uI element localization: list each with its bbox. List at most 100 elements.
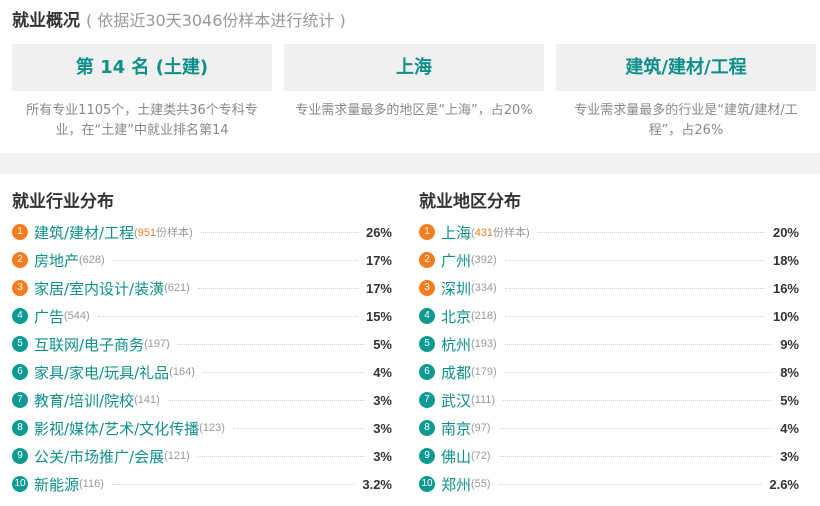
dotted-leader [504,371,773,373]
top-region-card: 上海 [284,44,544,91]
overview-title: 就业概况 [12,11,80,31]
industry-row: 7 教育/培训/院校 (141) 3% [12,386,392,414]
rank-badge: 7 [419,392,435,408]
region-row: 2 广州 (392) 18% [419,246,799,274]
percent-value: 20% [772,224,799,240]
dotted-leader [111,483,355,485]
rank-badge: 3 [419,280,435,296]
region-name-link[interactable]: 郑州 [441,474,471,495]
dotted-leader [97,315,358,317]
sample-count: (621) [164,282,190,294]
region-name-link[interactable]: 广州 [441,250,471,271]
industry-name-link[interactable]: 家具/家电/玩具/礼品 [34,362,169,383]
rank-badge: 6 [419,364,435,380]
dotted-leader [200,231,358,233]
region-name-link[interactable]: 佛山 [441,446,471,467]
percent-value: 3% [373,448,392,464]
region-name-link[interactable]: 上海 [441,222,471,243]
rank-badge: 4 [419,308,435,324]
top-industry-card: 建筑/建材/工程 [556,44,816,91]
dotted-leader [498,455,773,457]
industry-title: 就业行业分布 [12,192,114,212]
region-row: 3 深圳 (334) 16% [419,274,799,302]
percent-value: 5% [780,392,799,408]
sample-count: (334) [471,282,497,294]
sample-count: (111) [471,394,496,406]
region-section: 就业地区分布 1 上海 (431份样本) 20% 2 广州 (392) 18% 3 深圳 (334)… [419,174,799,506]
sample-count: (628) [79,254,105,266]
industry-name-link[interactable]: 教育/培训/院校 [34,390,134,411]
sample-count: (97) [471,422,491,434]
rank-card: 第 14 名 (土建) [12,44,272,91]
sample-count: (951份样本) [134,227,193,239]
industry-name-link[interactable]: 影视/媒体/艺术/文化传播 [34,418,199,439]
dotted-leader [504,315,765,317]
rank-badge: 2 [419,252,435,268]
overview-heading: 就业概况 ( 依据近30天3046份样本进行统计 ) [12,10,346,32]
sample-count: (72) [471,450,491,462]
industry-row: 9 公关/市场推广/会展 (121) 3% [12,442,392,470]
industry-name-link[interactable]: 建筑/建材/工程 [34,222,134,243]
sample-count: (121) [164,450,190,462]
percent-value: 4% [780,420,799,436]
percent-value: 9% [780,336,799,352]
overview-subtitle: ( 依据近30天3046份样本进行统计 ) [86,11,346,30]
sample-count: (179) [471,366,497,378]
region-row: 1 上海 (431份样本) 20% [419,218,799,246]
industry-section: 就业行业分布 1 建筑/建材/工程 (951份样本) 26% 2 房地产 (628) 17% 3… [12,174,392,506]
percent-value: 15% [365,308,392,324]
industry-name-link[interactable]: 广告 [34,306,64,327]
rank-badge: 8 [12,420,28,436]
rank-badge: 5 [419,336,435,352]
percent-value: 26% [365,224,392,240]
percent-value: 17% [365,280,392,296]
rank-badge: 3 [12,280,28,296]
industry-row: 1 建筑/建材/工程 (951份样本) 26% [12,218,392,246]
rank-badge: 6 [12,364,28,380]
industry-row: 5 互联网/电子商务 (197) 5% [12,330,392,358]
dotted-leader [202,371,366,373]
percent-value: 16% [772,280,799,296]
industry-row: 10 新能源 (116) 3.2% [12,470,392,498]
industry-name-link[interactable]: 家居/室内设计/装潢 [34,278,164,299]
region-name-link[interactable]: 北京 [441,306,471,327]
region-name-link[interactable]: 杭州 [441,334,471,355]
percent-value: 18% [772,252,799,268]
industry-name-link[interactable]: 房地产 [34,250,79,271]
sample-count: (218) [471,310,497,322]
sample-count: (431份样本) [471,227,530,239]
industry-row: 3 家居/室内设计/装潢 (621) 17% [12,274,392,302]
region-row: 5 杭州 (193) 9% [419,330,799,358]
rank-badge: 9 [419,448,435,464]
dotted-leader [197,455,366,457]
industry-name-link[interactable]: 互联网/电子商务 [34,334,144,355]
sample-count: (123) [199,422,225,434]
region-name-link[interactable]: 武汉 [441,390,471,411]
percent-value: 8% [780,364,799,380]
rank-badge: 9 [12,448,28,464]
region-row: 10 郑州 (55) 2.6% [419,470,799,498]
rank-badge: 1 [12,224,28,240]
region-row: 4 北京 (218) 10% [419,302,799,330]
region-name-link[interactable]: 南京 [441,418,471,439]
percent-value: 2.6% [769,476,799,492]
percent-value: 5% [373,336,392,352]
rank-badge: 1 [419,224,435,240]
region-name-link[interactable]: 成都 [441,362,471,383]
dotted-leader [498,427,773,429]
rank-badge: 2 [12,252,28,268]
industry-name-link[interactable]: 公关/市场推广/会展 [34,446,164,467]
region-name-link[interactable]: 深圳 [441,278,471,299]
region-row: 9 佛山 (72) 3% [419,442,799,470]
industry-row: 6 家具/家电/玩具/礼品 (164) 4% [12,358,392,386]
region-title: 就业地区分布 [419,192,521,212]
sample-count: (193) [471,338,497,350]
industry-name-link[interactable]: 新能源 [34,474,79,495]
dotted-leader [197,287,358,289]
rank-badge: 8 [419,420,435,436]
dotted-leader [177,343,366,345]
region-row: 7 武汉 (111) 5% [419,386,799,414]
percent-value: 3% [373,392,392,408]
dotted-leader [503,399,773,401]
rank-badge: 5 [12,336,28,352]
